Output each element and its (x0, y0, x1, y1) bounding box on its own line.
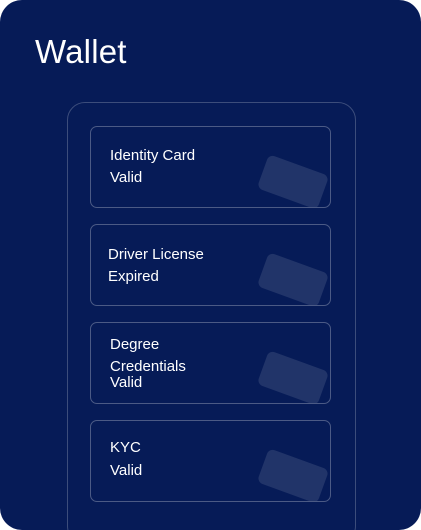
credential-card-identity-card[interactable]: Identity Card Valid (90, 126, 331, 208)
credential-card-icon (256, 350, 330, 403)
credential-name: KYC (110, 439, 141, 456)
credential-status: Valid (110, 462, 143, 479)
credential-name: Identity Card (110, 147, 196, 164)
credential-card-icon (256, 252, 330, 305)
credential-status: Expired (108, 268, 159, 285)
credential-card-driver-license[interactable]: Driver License Expired (90, 224, 331, 306)
wallet-screen: Wallet Identity Card Valid Driver Licens… (0, 0, 421, 530)
credential-name: Driver License (108, 246, 204, 263)
credential-card-degree-credentials[interactable]: Degree Credentials Valid (90, 322, 331, 404)
credential-status: Valid (110, 169, 143, 186)
credential-status: Valid (110, 374, 143, 391)
credential-card-kyc[interactable]: KYC Valid (90, 420, 331, 502)
credential-card-icon (256, 448, 330, 501)
page-title: Wallet (35, 33, 127, 70)
credential-card-icon (256, 154, 330, 207)
